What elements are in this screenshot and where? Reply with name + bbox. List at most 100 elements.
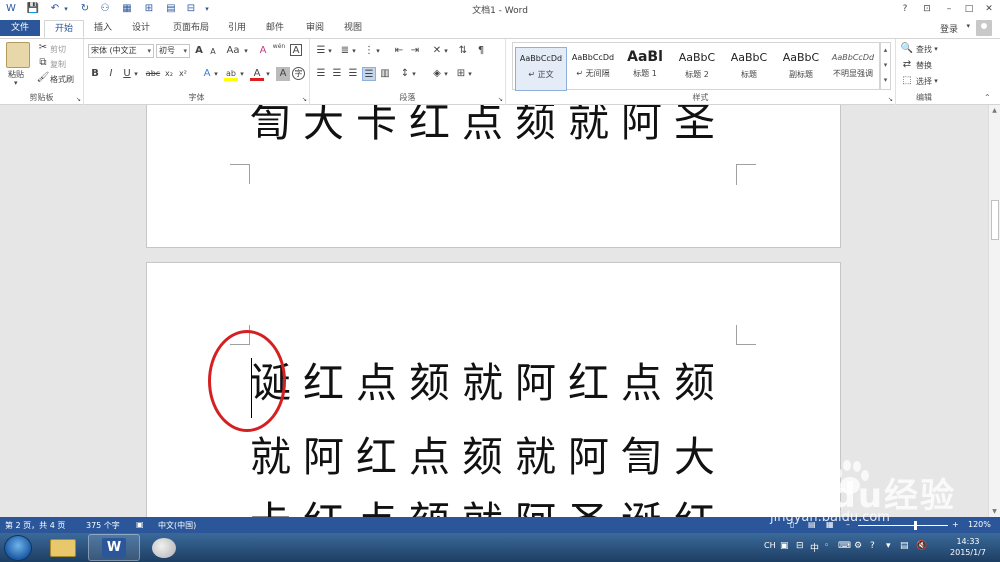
shrink-font-button[interactable]: A — [206, 45, 220, 59]
line-spacing-dropdown-icon[interactable]: ▾ — [410, 67, 418, 81]
vertical-scrollbar[interactable]: ▲ ▼ — [988, 105, 1000, 517]
tab-page-layout[interactable]: 页面布局 — [164, 20, 218, 38]
help-button[interactable]: ? — [896, 1, 914, 17]
maximize-button[interactable]: □ — [960, 1, 978, 17]
subscript-button[interactable]: x₂ — [162, 67, 176, 81]
grow-font-button[interactable]: A — [192, 44, 206, 58]
find-icon[interactable]: 🔍 — [900, 42, 914, 56]
copy-icon[interactable]: ⧉ — [36, 56, 50, 70]
scroll-down-icon[interactable]: ▼ — [989, 506, 1000, 517]
ime-settings-icon[interactable]: ⚙ — [854, 541, 862, 551]
copy-button[interactable]: 复制 — [50, 59, 66, 70]
avatar[interactable] — [976, 20, 992, 36]
text-effects-dropdown-icon[interactable]: ▾ — [212, 67, 220, 81]
justify-icon[interactable]: ☰ — [362, 67, 376, 81]
word-count-status[interactable]: 375 个字 — [86, 520, 120, 531]
character-shading-button[interactable]: A — [276, 67, 290, 81]
select-dropdown-icon[interactable]: ▾ — [932, 74, 940, 88]
minimize-button[interactable]: – — [940, 1, 958, 17]
styles-dialog-launcher-icon[interactable]: ↘ — [888, 96, 893, 103]
style-normal[interactable]: AaBbCcDd ↵ 正文 — [515, 47, 567, 91]
select-icon[interactable]: ⬚ — [900, 74, 914, 88]
language-status[interactable]: 中文(中国) — [158, 520, 196, 531]
font-size-select[interactable]: 初号 — [156, 44, 190, 58]
align-left-icon[interactable]: ☰ — [314, 67, 328, 81]
find-button[interactable]: 查找 — [916, 44, 932, 55]
highlight-button[interactable]: ab — [224, 67, 238, 81]
align-center-icon[interactable]: ☰ — [330, 67, 344, 81]
format-painter-icon[interactable]: 🖌 — [36, 71, 50, 85]
font-color-button[interactable]: A — [250, 67, 264, 81]
superscript-button[interactable]: x² — [176, 67, 190, 81]
paragraph-dialog-launcher-icon[interactable]: ↘ — [498, 96, 503, 103]
scroll-thumb[interactable] — [991, 200, 999, 240]
character-border-button[interactable]: A — [290, 44, 302, 56]
account-dropdown-icon[interactable]: ▾ — [966, 22, 970, 30]
ime-toolbar-icon[interactable]: ▣ — [780, 541, 789, 551]
tab-review[interactable]: 审阅 — [298, 20, 332, 38]
change-case-dropdown-icon[interactable]: ▾ — [242, 44, 250, 58]
tab-home[interactable]: 开始 — [44, 20, 84, 38]
sort-icon[interactable]: ⇅ — [456, 44, 470, 58]
style-subtle-emphasis[interactable]: AaBbCcDd 不明显强调 — [827, 47, 879, 91]
replace-button[interactable]: 替换 — [916, 60, 932, 71]
clear-formatting-button[interactable]: A — [256, 44, 270, 58]
style-no-spacing[interactable]: AaBbCcDd ↵ 无间隔 — [567, 47, 619, 91]
align-right-icon[interactable]: ☰ — [346, 67, 360, 81]
volume-icon[interactable]: 🔇 — [916, 541, 927, 551]
bold-button[interactable]: B — [88, 67, 102, 81]
ime-menu-icon[interactable]: ▾ — [886, 541, 891, 551]
chinese-layout-dropdown-icon[interactable]: ▾ — [442, 44, 450, 58]
style-title[interactable]: AaBbC 标题 — [723, 47, 775, 91]
zoom-level[interactable]: 120% — [968, 520, 991, 529]
collapse-ribbon-icon[interactable]: ⌃ — [984, 93, 991, 102]
shading-dropdown-icon[interactable]: ▾ — [442, 67, 450, 81]
close-button[interactable]: ✕ — [980, 1, 998, 17]
tab-insert[interactable]: 插入 — [86, 20, 120, 38]
sign-in-link[interactable]: 登录 — [940, 22, 958, 35]
italic-button[interactable]: I — [104, 67, 118, 81]
system-clock[interactable]: 14:33 2015/1/7 — [940, 536, 996, 558]
network-icon[interactable]: ▤ — [900, 541, 909, 551]
taskbar-paint[interactable] — [140, 534, 192, 561]
phonetic-guide-button[interactable]: wén — [272, 43, 286, 57]
page-count-status[interactable]: 第 2 页，共 4 页 — [5, 520, 65, 531]
format-painter-button[interactable]: 格式刷 — [50, 74, 74, 85]
tab-references[interactable]: 引用 — [222, 20, 252, 38]
font-dialog-launcher-icon[interactable]: ↘ — [302, 96, 307, 103]
multilevel-list-dropdown-icon[interactable]: ▾ — [374, 44, 382, 58]
ime-chinese-indicator[interactable]: 中 — [810, 541, 819, 554]
tab-design[interactable]: 设计 — [124, 20, 158, 38]
tab-view[interactable]: 视图 — [336, 20, 370, 38]
scroll-up-icon[interactable]: ▲ — [989, 105, 1000, 116]
zoom-slider-thumb[interactable] — [914, 521, 917, 530]
borders-dropdown-icon[interactable]: ▾ — [466, 67, 474, 81]
taskbar-explorer[interactable] — [38, 534, 90, 561]
highlight-dropdown-icon[interactable]: ▾ — [238, 67, 246, 81]
decrease-indent-icon[interactable]: ⇤ — [392, 44, 406, 58]
style-heading-1[interactable]: AaBl 标题 1 — [619, 47, 671, 91]
enclose-characters-button[interactable]: 字 — [292, 67, 305, 80]
document-area[interactable]: 訇大卡红点颏就阿圣 诞红点颏就阿红点颏 就阿红点颏就阿訇大 卡红点颏就阿圣诞红 — [0, 105, 988, 517]
tab-mailings[interactable]: 邮件 — [258, 20, 292, 38]
bullets-dropdown-icon[interactable]: ▾ — [326, 44, 334, 58]
style-subtitle[interactable]: AaBbC 副标题 — [775, 47, 827, 91]
clipboard-dialog-launcher-icon[interactable]: ↘ — [76, 96, 81, 103]
paste-dropdown-icon[interactable]: ▾ — [14, 79, 18, 87]
underline-dropdown-icon[interactable]: ▾ — [132, 67, 140, 81]
zoom-slider[interactable] — [858, 525, 948, 526]
proofing-icon[interactable]: ▣ — [136, 520, 144, 529]
show-paragraph-marks-icon[interactable]: ¶ — [474, 44, 488, 58]
select-button[interactable]: 选择 — [916, 76, 932, 87]
numbering-dropdown-icon[interactable]: ▾ — [350, 44, 358, 58]
ime-punct-icon[interactable]: ◦ — [824, 541, 829, 551]
cut-button[interactable]: 剪切 — [50, 44, 66, 55]
style-heading-2[interactable]: AaBbC 标题 2 — [671, 47, 723, 91]
change-case-button[interactable]: Aa — [224, 44, 242, 58]
ime-indicator[interactable]: CH — [764, 541, 776, 550]
strikethrough-button[interactable]: abc — [144, 67, 162, 81]
distributed-icon[interactable]: ▥ — [378, 67, 392, 81]
replace-icon[interactable]: ⇄ — [900, 58, 914, 72]
tab-file[interactable]: 文件 — [0, 20, 40, 36]
style-gallery-scroll[interactable]: ▴ ▾ ▾ — [880, 42, 891, 90]
